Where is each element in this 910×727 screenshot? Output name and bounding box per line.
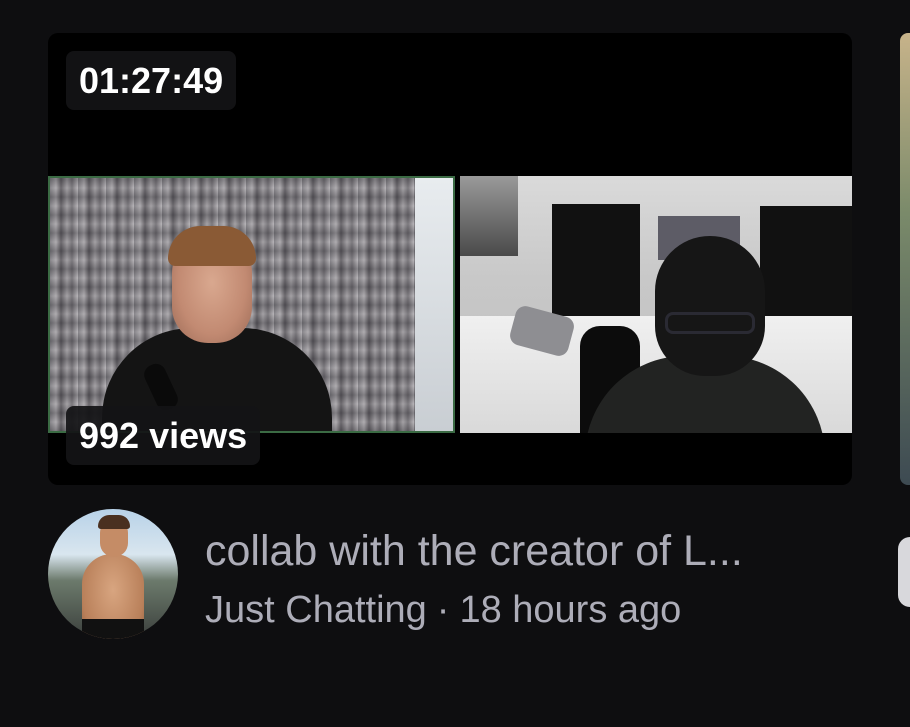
webcam-right: [460, 176, 852, 433]
glasses: [665, 312, 755, 334]
streamer-left-hair: [168, 226, 256, 266]
window-light: [415, 178, 453, 431]
video-meta: collab with the creator of L... Just Cha…: [48, 509, 852, 649]
category-link[interactable]: Just Chatting: [205, 589, 427, 631]
view-count-badge: 992 views: [66, 406, 261, 465]
video-thumbnail[interactable]: 01:27:49 992 views: [48, 33, 852, 485]
avatar-hair: [98, 515, 130, 529]
video-grid: 01:27:49 992 views collab with the creat…: [0, 0, 910, 727]
next-video-thumbnail[interactable]: [900, 33, 910, 485]
video-subline: Just Chatting · 18 hours ago: [205, 589, 681, 633]
wall-shelf: [460, 176, 518, 256]
duration-badge: 01:27:49: [66, 51, 237, 110]
channel-avatar[interactable]: [48, 509, 178, 639]
separator-dot: ·: [436, 589, 450, 631]
video-title[interactable]: collab with the creator of L...: [205, 527, 852, 576]
next-channel-avatar[interactable]: [898, 537, 910, 607]
streamer-right-head: [655, 236, 765, 376]
upload-age: 18 hours ago: [459, 589, 682, 631]
webcam-left: [48, 176, 455, 433]
video-card[interactable]: 01:27:49 992 views collab with the creat…: [48, 33, 852, 639]
avatar-shorts: [82, 619, 144, 639]
